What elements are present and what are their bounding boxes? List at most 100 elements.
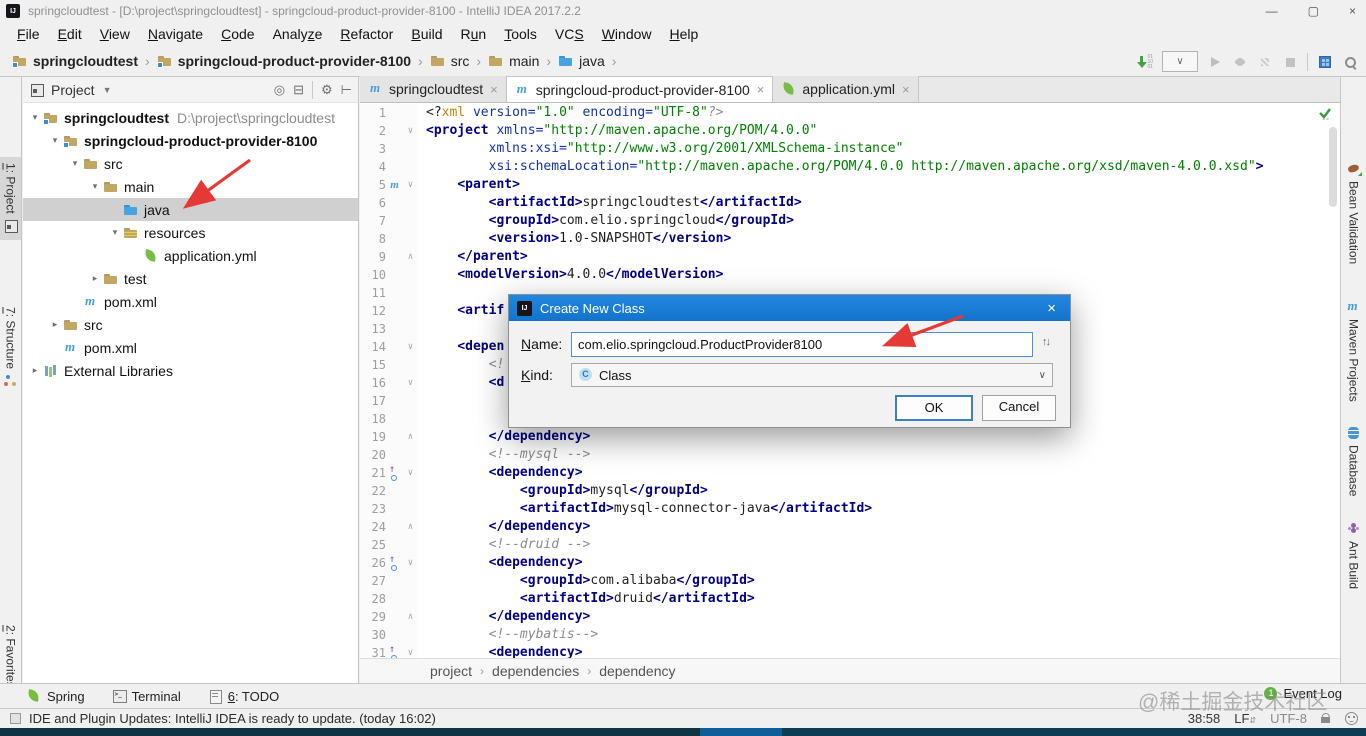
fold-marker-icon[interactable]: ∨ (403, 176, 418, 194)
status-icon[interactable] (10, 713, 21, 724)
tree-item-external-libraries[interactable]: ▸ External Libraries (23, 359, 358, 382)
menu-tools[interactable]: Tools (495, 24, 546, 44)
menu-refactor[interactable]: Refactor (331, 24, 402, 44)
ok-button[interactable]: OK (895, 395, 973, 421)
breadcrumb-java[interactable]: java (558, 53, 605, 69)
tree-item-src[interactable]: ▸ src (23, 313, 358, 336)
dialog-titlebar[interactable]: IJ Create New Class × (509, 295, 1070, 321)
breadcrumb-main[interactable]: main (488, 53, 539, 69)
menu-window[interactable]: Window (593, 24, 661, 44)
chevron-right-icon[interactable]: ▸ (47, 319, 63, 330)
coverage-icon[interactable] (1257, 54, 1273, 70)
collapse-all-icon[interactable]: ⊟ (293, 82, 304, 98)
inspection-ok-icon[interactable] (1317, 105, 1333, 121)
fold-marker-icon[interactable]: ∧ (403, 428, 418, 446)
run-configuration-select[interactable]: ∨ (1162, 51, 1198, 72)
menu-vcs[interactable]: VCS (546, 24, 593, 44)
encoding-indicator[interactable]: UTF-8 (1270, 711, 1307, 726)
tree-item-java[interactable]: java (23, 198, 358, 221)
fold-marker-icon[interactable]: ∧ (403, 248, 418, 266)
breadcrumb-springcloud-product-provider-8100[interactable]: springcloud-product-provider-8100 (156, 53, 411, 69)
tab-springcloudtest[interactable]: springcloudtest × (360, 76, 507, 102)
stripe-tab-7-structure[interactable]: 7: Structure (0, 307, 21, 389)
event-log-button[interactable]: 1 Event Log (1263, 686, 1342, 701)
editor-breadcrumb-project[interactable]: project (430, 663, 472, 679)
stripe-tab-bean-validation[interactable]: Bean Validation (1341, 161, 1366, 264)
tree-item-src[interactable]: ▾ src (23, 152, 358, 175)
menu-build[interactable]: Build (402, 24, 451, 44)
chevron-down-icon[interactable]: ▾ (107, 227, 123, 238)
tree-item-springcloud-product-provider-8100[interactable]: ▾ springcloud-product-provider-8100 (23, 129, 358, 152)
close-icon[interactable]: × (757, 82, 765, 97)
menu-view[interactable]: View (91, 24, 139, 44)
chevron-down-icon[interactable]: ▾ (67, 158, 83, 169)
menu-code[interactable]: Code (212, 24, 263, 44)
stripe-tab-1-project[interactable]: 1: Project (0, 157, 21, 240)
update-available-icon[interactable]: 01 10 01 (1137, 54, 1153, 70)
stripe-tab-maven-projects[interactable]: Maven Projects (1341, 298, 1366, 402)
hide-panel-icon[interactable]: ⊢ (341, 82, 352, 98)
tree-item-pom-xml[interactable]: pom.xml (23, 336, 358, 359)
breadcrumb-src[interactable]: src (430, 53, 469, 69)
tree-item-main[interactable]: ▾ main (23, 175, 358, 198)
fold-marker-icon[interactable]: ∨ (403, 374, 418, 392)
chevron-right-icon[interactable]: ▸ (27, 365, 43, 376)
chevron-down-icon[interactable]: ▾ (87, 181, 103, 192)
history-arrows-icon[interactable]: ↑↓ (1042, 336, 1051, 348)
search-everywhere-icon[interactable] (1342, 54, 1358, 70)
todo-tool-button[interactable]: 6: TODO (207, 688, 279, 704)
tree-item-springcloudtest[interactable]: ▾ springcloudtest D:\project\springcloudte… (23, 106, 358, 129)
fold-marker-icon[interactable]: ∨ (403, 464, 418, 482)
scrollbar-thumb[interactable] (1329, 127, 1337, 207)
menu-help[interactable]: Help (661, 24, 708, 44)
editor-breadcrumb-dependencies[interactable]: dependencies (492, 663, 579, 679)
stripe-tab-database[interactable]: Database (1341, 425, 1366, 496)
stripe-tab-ant-build[interactable]: Ant Build (1341, 521, 1366, 589)
caret-position[interactable]: 38:58 (1188, 711, 1221, 726)
tree-item-pom-xml[interactable]: pom.xml (23, 290, 358, 313)
settings-icon[interactable]: ⚙ (321, 82, 333, 98)
fold-marker-icon[interactable]: ∨ (403, 554, 418, 572)
view-grid-icon[interactable] (1317, 54, 1333, 70)
locate-icon[interactable]: ◎ (274, 82, 285, 98)
close-icon[interactable]: × (902, 82, 910, 97)
maximize-button[interactable]: ▢ (1308, 4, 1319, 18)
menu-file[interactable]: File (8, 24, 49, 44)
fold-marker-icon[interactable]: ∧ (403, 608, 418, 626)
fold-marker-icon[interactable]: ∧ (403, 518, 418, 536)
stop-icon[interactable] (1282, 54, 1298, 70)
close-icon[interactable]: × (490, 82, 498, 97)
close-button[interactable]: × (1349, 4, 1356, 18)
chevron-down-icon[interactable]: ▾ (47, 135, 63, 146)
minimize-button[interactable]: — (1266, 4, 1278, 18)
chevron-down-icon[interactable]: ▼ (103, 85, 112, 95)
breadcrumb-springcloudtest[interactable]: springcloudtest (12, 53, 138, 69)
project-panel-header[interactable]: Project ▼ ◎ ⊟ ⚙ ⊢ (23, 77, 358, 103)
tab-springcloud-product-provider-8100[interactable]: springcloud-product-provider-8100 × (506, 76, 774, 102)
tree-item-resources[interactable]: ▾ resources (23, 221, 358, 244)
lock-icon[interactable] (1321, 713, 1331, 724)
run-icon[interactable] (1207, 54, 1223, 70)
fold-marker-icon[interactable]: ∨ (403, 644, 418, 658)
fold-marker-icon[interactable]: ∨ (403, 122, 418, 140)
fold-marker-icon[interactable]: ∨ (403, 338, 418, 356)
debug-icon[interactable] (1232, 54, 1248, 70)
terminal-tool-button[interactable]: Terminal (111, 688, 181, 704)
menu-analyze[interactable]: Analyze (264, 24, 332, 44)
menu-navigate[interactable]: Navigate (139, 24, 212, 44)
tab-application-yml[interactable]: application.yml × (773, 76, 919, 102)
menu-edit[interactable]: Edit (49, 24, 91, 44)
tree-item-test[interactable]: ▸ test (23, 267, 358, 290)
cancel-button[interactable]: Cancel (982, 395, 1056, 421)
kind-select[interactable]: Class ∨ (571, 363, 1053, 387)
name-input[interactable]: com.elio.springcloud.ProductProvider8100 (571, 332, 1033, 357)
editor-breadcrumb-dependency[interactable]: dependency (599, 663, 675, 679)
chevron-right-icon[interactable]: ▸ (87, 273, 103, 284)
close-icon[interactable]: × (1041, 300, 1062, 317)
hector-inspector-icon[interactable] (1345, 712, 1358, 725)
line-separator-indicator[interactable]: LF⇵ (1234, 711, 1256, 726)
menu-run[interactable]: Run (452, 24, 496, 44)
tree-item-application-yml[interactable]: application.yml (23, 244, 358, 267)
chevron-down-icon[interactable]: ▾ (27, 112, 43, 123)
spring-tool-button[interactable]: Spring (26, 688, 85, 704)
